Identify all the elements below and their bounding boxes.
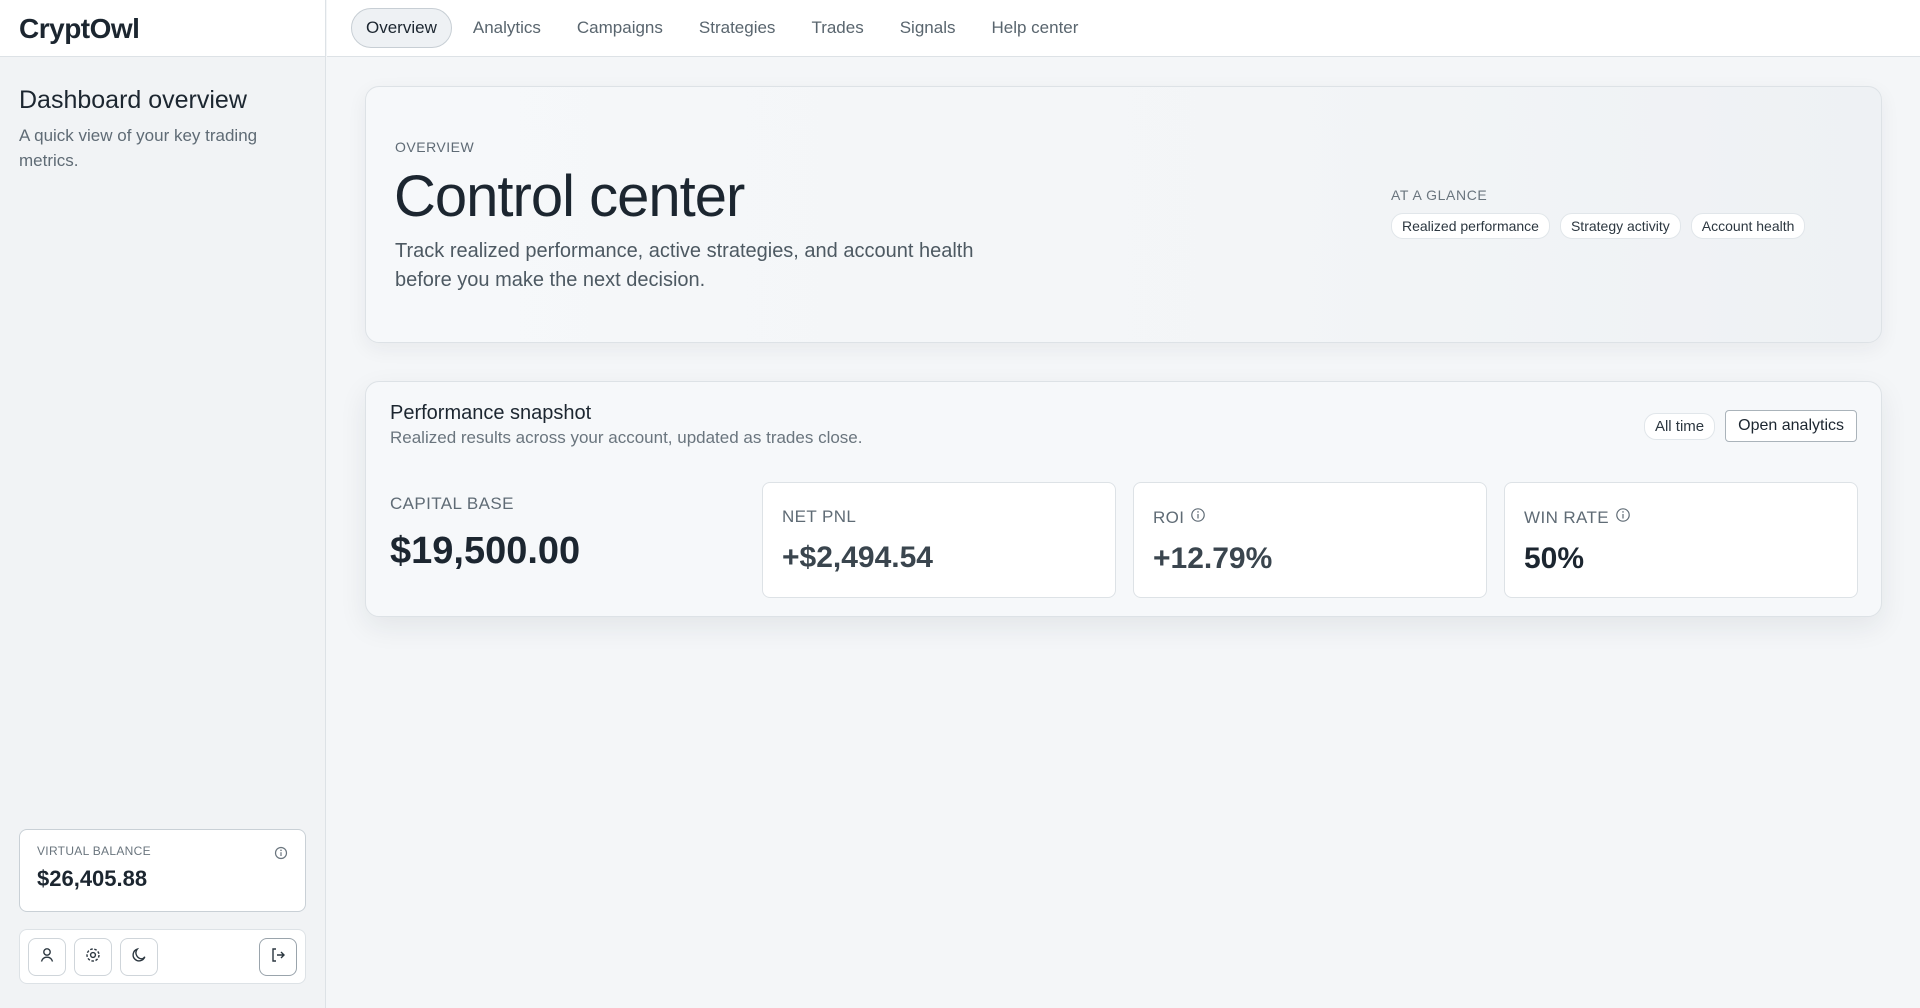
page-title: Control center (394, 164, 745, 229)
top-navigation: Overview Analytics Campaigns Strategies … (327, 0, 1920, 57)
hero-description: Track realized performance, active strat… (395, 240, 974, 291)
user-icon (38, 946, 56, 969)
logout-button[interactable] (259, 938, 297, 976)
range-chip[interactable]: All time (1643, 412, 1716, 440)
performance-actions: All time Open analytics (1643, 410, 1857, 442)
pill-account-health: Account health (1690, 213, 1806, 239)
pill-strategy-activity: Strategy activity (1559, 213, 1681, 239)
tab-overview[interactable]: Overview (351, 8, 452, 48)
brand-logo[interactable]: CryptOwl (0, 0, 325, 57)
glance-label: AT A GLANCE (1391, 187, 1488, 203)
info-icon[interactable] (1615, 507, 1631, 528)
tab-trades[interactable]: Trades (796, 8, 878, 48)
info-icon[interactable] (274, 846, 288, 865)
capital-value: $19,500.00 (390, 530, 581, 572)
tab-strategies[interactable]: Strategies (684, 8, 791, 48)
net-pnl-label: NET PNL (782, 507, 857, 526)
performance-snapshot-card: Performance snapshot Realized results ac… (365, 381, 1882, 617)
info-icon[interactable] (1190, 507, 1206, 528)
logout-icon (269, 946, 287, 969)
sidebar: CryptOwl Dashboard overview A quick view… (0, 0, 326, 1008)
net-pnl-value: +$2,494.54 (782, 541, 933, 574)
roi-label: ROI (1153, 507, 1185, 527)
sidebar-header: Dashboard overview A quick view of your … (0, 57, 325, 173)
pill-realized-performance: Realized performance (1391, 213, 1550, 239)
balance-value: $26,405.88 (37, 866, 148, 891)
tab-signals[interactable]: Signals (885, 8, 971, 48)
metric-label: WIN RATE (1524, 507, 1838, 528)
profile-button[interactable] (28, 938, 66, 976)
metric-net-pnl: NET PNL +$2,494.54 (762, 482, 1116, 598)
performance-subtitle: Realized results across your account, up… (390, 428, 863, 447)
control-center-card: OVERVIEW Control center Track realized p… (365, 86, 1882, 343)
moon-icon (130, 946, 148, 969)
tab-campaigns[interactable]: Campaigns (562, 8, 678, 48)
metric-label: NET PNL (782, 507, 1096, 527)
metric-roi: ROI +12.79% (1133, 482, 1487, 598)
virtual-balance-card: VIRTUAL BALANCE $26,405.88 (19, 829, 306, 912)
tab-help-center[interactable]: Help center (976, 8, 1093, 48)
metric-label: ROI (1153, 507, 1467, 528)
glance-pills: Realized performance Strategy activity A… (1391, 213, 1851, 239)
settings-button[interactable] (74, 938, 112, 976)
hero-eyebrow: OVERVIEW (395, 139, 475, 155)
tab-analytics[interactable]: Analytics (458, 8, 556, 48)
balance-label: VIRTUAL BALANCE (37, 844, 151, 858)
win-rate-value: 50% (1524, 542, 1585, 575)
capital-label: CAPITAL BASE (390, 494, 514, 513)
roi-value: +12.79% (1153, 542, 1273, 575)
sidebar-icon-bar (19, 929, 306, 984)
sidebar-subtitle: A quick view of your key trading metrics… (19, 126, 258, 170)
gear-icon (84, 946, 102, 969)
app-root: CryptOwl Dashboard overview A quick view… (0, 0, 1920, 1008)
open-analytics-button[interactable]: Open analytics (1725, 410, 1857, 442)
win-rate-label: WIN RATE (1524, 507, 1610, 527)
capital-base: CAPITAL BASE $19,500.00 (390, 494, 580, 573)
at-a-glance: AT A GLANCE Realized performance Strateg… (1391, 187, 1851, 239)
sidebar-title: Dashboard overview (19, 86, 247, 114)
theme-toggle-button[interactable] (120, 938, 158, 976)
metric-win-rate: WIN RATE 50% (1504, 482, 1858, 598)
performance-title: Performance snapshot (390, 402, 592, 424)
